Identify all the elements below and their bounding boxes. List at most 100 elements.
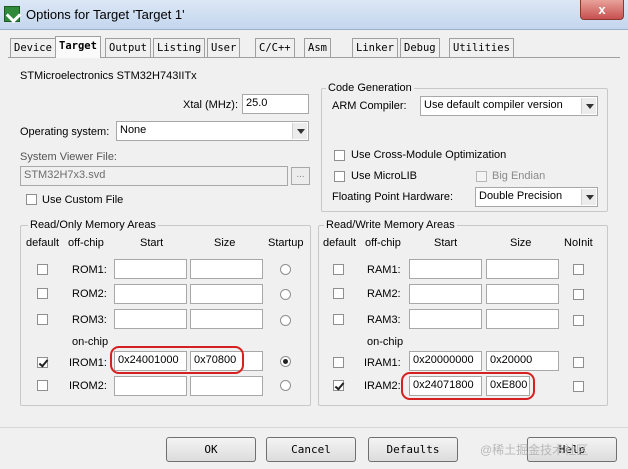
rom1-startup-radio[interactable] [280, 264, 291, 275]
rom2-start-input[interactable] [114, 284, 187, 304]
compiler-select-value: Use default compiler version [424, 99, 563, 111]
ram-header-offchip: off-chip [365, 237, 401, 249]
rom1-default-checkbox[interactable] [37, 264, 48, 275]
irom2-start-input[interactable] [114, 376, 187, 396]
svd-label: System Viewer File: [20, 151, 117, 163]
irom2-size-input[interactable] [190, 376, 263, 396]
iram1-default-checkbox[interactable] [333, 357, 344, 368]
iram2-default-checkbox[interactable] [333, 380, 344, 391]
ram2-label: RAM2: [367, 288, 401, 300]
chevron-down-icon[interactable] [581, 189, 596, 205]
use-custom-file-checkbox[interactable] [26, 194, 37, 205]
use-custom-file-label: Use Custom File [42, 194, 124, 206]
rom-header-default: default [26, 237, 60, 249]
fpu-label: Floating Point Hardware: [332, 191, 454, 203]
tab-linker[interactable]: Linker [352, 38, 398, 57]
rom3-default-checkbox[interactable] [37, 314, 48, 325]
ram1-size-input[interactable] [486, 259, 559, 279]
ram-onchip-label: on-chip [367, 336, 404, 348]
big-endian-checkbox[interactable] [476, 171, 487, 182]
tab-c-cpp[interactable]: C/C++ [255, 38, 295, 57]
bottom-divider [0, 427, 628, 428]
tab-user[interactable]: User [207, 38, 241, 57]
ram2-default-checkbox[interactable] [333, 288, 344, 299]
microlib-checkbox[interactable] [334, 171, 345, 182]
ram-header-noinit: NoInit [564, 237, 593, 249]
rom1-size-input[interactable] [190, 259, 263, 279]
iram1-noinit-checkbox[interactable] [573, 357, 584, 368]
rom1-label: ROM1: [72, 264, 107, 276]
irom1-label: IROM1: [69, 357, 107, 369]
rom-header-offchip: off-chip [68, 237, 104, 249]
ram3-size-input[interactable] [486, 309, 559, 329]
ram2-size-input[interactable] [486, 284, 559, 304]
code-generation-title: Code Generation [326, 82, 414, 94]
tab-asm[interactable]: Asm [304, 38, 331, 57]
rom2-startup-radio[interactable] [280, 289, 291, 300]
rom-header-start: Start [140, 237, 164, 249]
ram3-label: RAM3: [367, 314, 401, 326]
compiler-select[interactable]: Use default compiler version [420, 96, 598, 116]
ram3-noinit-checkbox[interactable] [573, 315, 584, 326]
rom2-size-input[interactable] [190, 284, 263, 304]
defaults-button[interactable]: Defaults [368, 437, 458, 462]
fpu-select[interactable]: Double Precision [475, 187, 598, 207]
cross-module-checkbox[interactable] [334, 150, 345, 161]
irom2-default-checkbox[interactable] [37, 380, 48, 391]
irom2-label: IROM2: [69, 380, 107, 392]
tab-debug[interactable]: Debug [400, 38, 440, 57]
ram2-noinit-checkbox[interactable] [573, 289, 584, 300]
cancel-button[interactable]: Cancel [266, 437, 356, 462]
rom-header-startup: Startup [268, 237, 304, 249]
ram-header-size: Size [510, 237, 532, 249]
iram1-label: IRAM1: [364, 357, 401, 369]
rom3-startup-radio[interactable] [280, 315, 291, 326]
rom1-start-input[interactable] [114, 259, 187, 279]
rom-onchip-label: on-chip [72, 336, 109, 348]
readwrite-memory-title: Read/Write Memory Areas [324, 219, 457, 231]
ram-header-start: Start [434, 237, 458, 249]
browse-button[interactable]: ... [291, 167, 310, 185]
irom1-startup-radio[interactable] [280, 356, 291, 367]
xtal-label: Xtal (MHz): [183, 99, 238, 111]
os-select-value: None [120, 124, 147, 136]
iram1-start-input[interactable]: 0x20000000 [409, 351, 482, 371]
watermark: @稀土掘金技术社区 [480, 443, 589, 457]
ram-header-default: default [323, 237, 357, 249]
iram1-size-input[interactable]: 0x20000 [486, 351, 559, 371]
iram2-noinit-checkbox[interactable] [573, 381, 584, 392]
ok-button[interactable]: OK [166, 437, 256, 462]
tab-listing[interactable]: Listing [153, 38, 206, 57]
rom2-label: ROM2: [72, 288, 107, 300]
irom1-default-checkbox[interactable] [37, 357, 48, 368]
rom3-size-input[interactable] [190, 309, 263, 329]
ram1-start-input[interactable] [409, 259, 482, 279]
irom2-startup-radio[interactable] [280, 380, 291, 391]
chevron-down-icon[interactable] [581, 98, 596, 114]
ram3-default-checkbox[interactable] [333, 314, 344, 325]
os-select[interactable]: None [116, 121, 309, 141]
iram2-label: IRAM2: [364, 380, 401, 392]
xtal-input[interactable]: 25.0 [242, 94, 309, 114]
tab-utilities[interactable]: Utilities [449, 38, 514, 57]
tab-device[interactable]: Device [10, 38, 56, 57]
ram3-start-input[interactable] [409, 309, 482, 329]
rom2-default-checkbox[interactable] [37, 288, 48, 299]
rom3-start-input[interactable] [114, 309, 187, 329]
svd-input[interactable]: STM32H7x3.svd [20, 166, 288, 186]
app-icon [4, 6, 20, 22]
fpu-select-value: Double Precision [479, 190, 563, 202]
chevron-down-icon[interactable] [292, 123, 307, 139]
ram1-noinit-checkbox[interactable] [573, 264, 584, 275]
tab-target[interactable]: Target [55, 36, 101, 58]
tab-output[interactable]: Output [105, 38, 151, 57]
ram1-default-checkbox[interactable] [333, 264, 344, 275]
highlight-irom1 [110, 346, 244, 374]
ram2-start-input[interactable] [409, 284, 482, 304]
window-title: Options for Target 'Target 1' [26, 7, 185, 22]
ram1-label: RAM1: [367, 264, 401, 276]
device-name: STMicroelectronics STM32H743IITx [20, 70, 197, 82]
cross-module-label: Use Cross-Module Optimization [351, 149, 507, 161]
readonly-memory-title: Read/Only Memory Areas [28, 219, 158, 231]
close-button[interactable]: x [580, 0, 624, 20]
